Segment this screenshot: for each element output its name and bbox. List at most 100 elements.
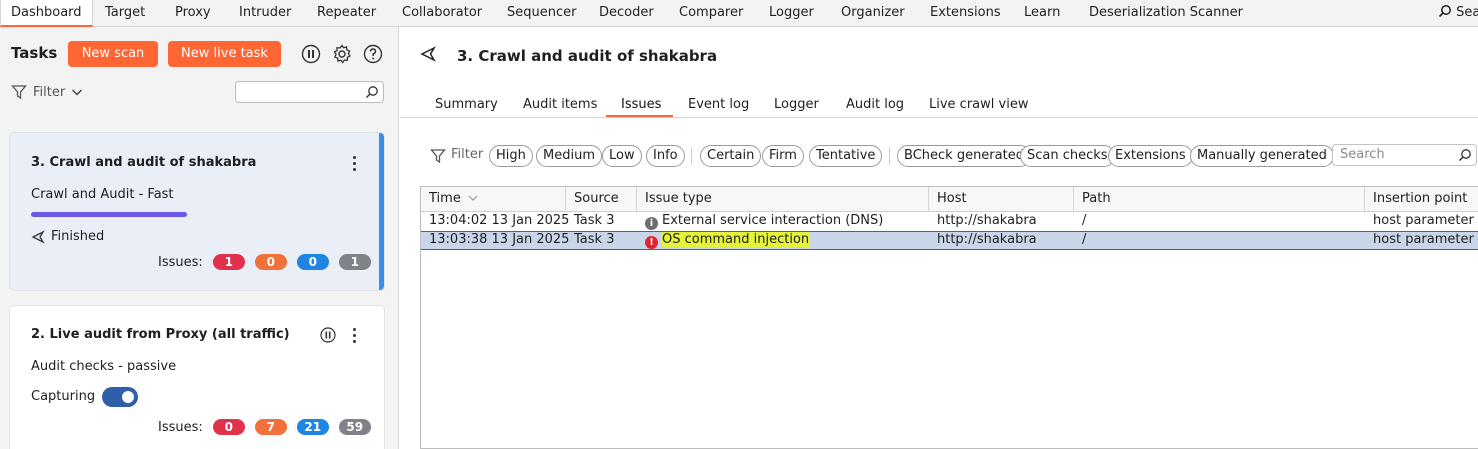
- filter-icon[interactable]: [430, 148, 446, 164]
- menu-tab-logger[interactable]: Logger: [769, 0, 814, 27]
- menu-tab-comparer[interactable]: Comparer: [679, 0, 743, 27]
- filter-chip-certain[interactable]: Certain: [700, 145, 762, 167]
- gear-icon[interactable]: [332, 44, 352, 64]
- tab-event-log[interactable]: Event log: [688, 97, 749, 112]
- menu-tab-collaborator[interactable]: Collaborator: [402, 0, 482, 27]
- search-icon: [1438, 5, 1451, 18]
- tab-live-crawl-view[interactable]: Live crawl view: [929, 97, 1028, 112]
- help-icon[interactable]: [363, 44, 383, 64]
- top-menu-bar: Dashboard Target Proxy Intruder Repeater…: [0, 0, 1478, 27]
- menu-tab-proxy[interactable]: Proxy: [175, 0, 211, 27]
- tab-summary[interactable]: Summary: [435, 97, 498, 112]
- menu-tab-sequencer[interactable]: Sequencer: [507, 0, 576, 27]
- task-progress-bar: [31, 212, 187, 217]
- menu-tab-learn[interactable]: Learn: [1024, 0, 1060, 27]
- menu-tab-repeater[interactable]: Repeater: [317, 0, 376, 27]
- task-title: 2. Live audit from Proxy (all traffic): [31, 327, 290, 342]
- column-header-issue-type[interactable]: Issue type: [637, 187, 929, 212]
- column-header-time[interactable]: Time: [421, 187, 566, 212]
- cell-issue-type: i External service interaction (DNS): [637, 212, 883, 231]
- column-header-path[interactable]: Path: [1074, 187, 1365, 212]
- tasks-search-input[interactable]: [235, 81, 384, 103]
- chip-divider: [889, 147, 890, 165]
- task-heading: 3. Crawl and audit of shakabra: [457, 47, 718, 65]
- tasks-title: Tasks: [11, 44, 58, 62]
- divider: [400, 117, 1478, 118]
- filter-chip-firm[interactable]: Firm: [762, 145, 804, 167]
- tab-issues[interactable]: Issues: [621, 97, 661, 112]
- filter-chip-high[interactable]: High: [489, 145, 533, 167]
- low-count-badge: 21: [296, 419, 329, 435]
- tab-logger[interactable]: Logger: [774, 97, 819, 112]
- pause-icon[interactable]: [320, 327, 336, 343]
- cell-source: Task 3: [574, 213, 615, 228]
- filter-chip-tentative[interactable]: Tentative: [809, 145, 883, 167]
- global-search-label: Sea: [1456, 5, 1478, 20]
- cell-host: http://shakabra: [937, 213, 1037, 228]
- task-status: Finished: [31, 229, 104, 244]
- high-count-badge: 1: [212, 254, 245, 270]
- chip-divider: [691, 147, 692, 165]
- chevron-down-icon: [72, 89, 83, 96]
- issue-type-label: OS command injection: [662, 232, 810, 247]
- crawl-icon: [31, 229, 45, 244]
- menu-tab-extensions[interactable]: Extensions: [930, 0, 1001, 27]
- issue-search-input[interactable]: Search: [1332, 144, 1477, 166]
- more-options-icon[interactable]: [353, 328, 357, 346]
- issue-counts: Issues: 0 7 21 59: [158, 419, 381, 435]
- new-live-task-button[interactable]: New live task: [168, 41, 281, 67]
- tab-audit-items[interactable]: Audit items: [523, 97, 597, 112]
- issue-type-label: External service interaction (DNS): [662, 213, 884, 228]
- capture-toggle[interactable]: [102, 387, 138, 407]
- info-count-badge: 59: [338, 419, 371, 435]
- cell-issue-type: ! OS command injection: [637, 231, 810, 250]
- menu-tab-dashboard[interactable]: Dashboard: [0, 0, 93, 27]
- info-severity-icon: i: [645, 217, 658, 230]
- filter-chip-low[interactable]: Low: [602, 145, 642, 167]
- task-status-label: Capturing: [31, 389, 96, 404]
- crawl-icon: [420, 46, 436, 62]
- menu-tab-decoder[interactable]: Decoder: [599, 0, 654, 27]
- more-options-icon[interactable]: [353, 156, 357, 174]
- info-count-badge: 1: [338, 254, 371, 270]
- filter-icon: [11, 85, 27, 100]
- task-card-3[interactable]: 3. Crawl and audit of shakabra Crawl and…: [10, 133, 384, 290]
- filter-chip-extensions[interactable]: Extensions: [1108, 145, 1193, 167]
- menu-tab-target[interactable]: Target: [105, 0, 145, 27]
- column-header-source[interactable]: Source: [566, 187, 637, 212]
- task-subtitle: Audit checks - passive: [31, 359, 177, 374]
- tasks-filter-label: Filter: [33, 84, 66, 100]
- filter-chip-manually-generated[interactable]: Manually generated: [1190, 145, 1334, 167]
- menu-tab-organizer[interactable]: Organizer: [841, 0, 905, 27]
- issue-filter-label: Filter: [451, 147, 484, 162]
- column-header-host[interactable]: Host: [929, 187, 1074, 212]
- menu-tab-intruder[interactable]: Intruder: [239, 0, 291, 27]
- low-count-badge: 0: [296, 254, 329, 270]
- issue-search-placeholder: Search: [1340, 147, 1385, 162]
- tab-audit-log[interactable]: Audit log: [846, 97, 904, 112]
- menu-tab-deserialization-scanner[interactable]: Deserialization Scanner: [1089, 0, 1243, 27]
- task-subtitle: Crawl and Audit - Fast: [31, 187, 174, 202]
- high-count-badge: 0: [212, 419, 245, 435]
- issues-table: Time Source Issue type Host Path Inserti…: [420, 186, 1478, 449]
- tasks-panel: Tasks New scan New live task Filter 3. C…: [0, 27, 399, 449]
- issue-counts: Issues: 1 0 0 1: [158, 254, 381, 270]
- task-title: 3. Crawl and audit of shakabra: [31, 155, 257, 170]
- filter-chip-bcheck-generated[interactable]: BCheck generated: [897, 145, 1031, 167]
- pause-all-icon[interactable]: [301, 44, 321, 64]
- cell-path: /: [1082, 213, 1087, 228]
- task-card-2[interactable]: 2. Live audit from Proxy (all traffic) A…: [10, 306, 384, 449]
- tasks-filter[interactable]: Filter: [11, 83, 83, 101]
- filter-chip-medium[interactable]: Medium: [536, 145, 602, 167]
- new-scan-button[interactable]: New scan: [68, 41, 158, 67]
- column-header-insertion-point[interactable]: Insertion point: [1365, 187, 1478, 212]
- filter-chip-scan-checks[interactable]: Scan checks: [1020, 145, 1115, 167]
- task-status-label: Finished: [51, 229, 105, 244]
- table-row[interactable]: 13:04:02 13 Jan 2025 Task 3 i External se…: [421, 212, 1478, 231]
- filter-chip-info[interactable]: Info: [646, 145, 685, 167]
- global-search[interactable]: Sea: [1438, 0, 1478, 27]
- task-detail-panel: 3. Crawl and audit of shakabra Summary A…: [400, 27, 1478, 449]
- column-header-time-label: Time: [429, 191, 461, 206]
- search-icon: [1458, 149, 1471, 162]
- table-row-selected[interactable]: 13:03:38 13 Jan 2025 Task 3 ! OS command …: [421, 231, 1478, 250]
